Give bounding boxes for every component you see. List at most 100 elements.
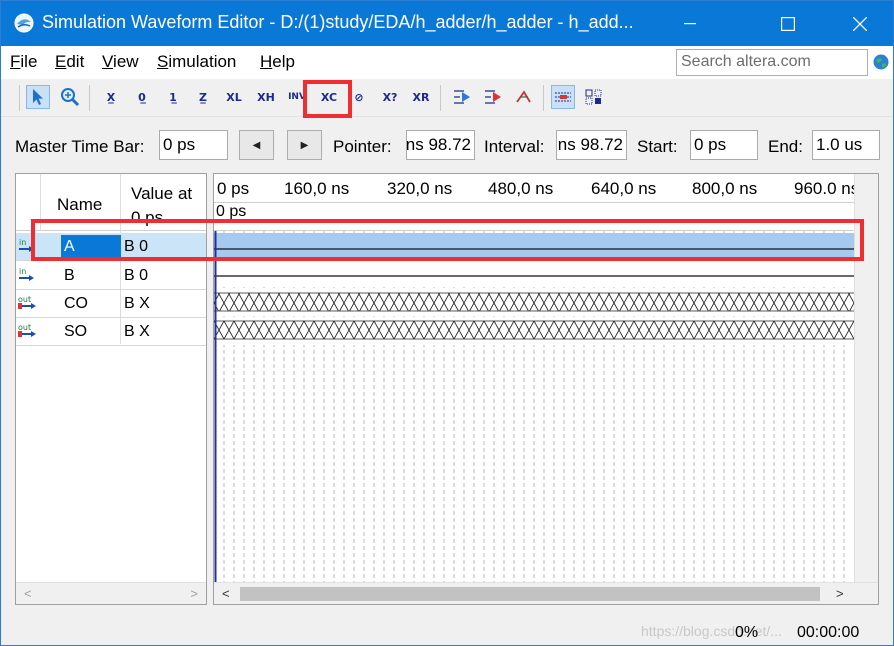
annotation-box-signal-a <box>31 219 864 261</box>
generate-netlist-button[interactable] <box>512 85 536 109</box>
signal-value: B X <box>124 295 150 312</box>
master-time-bar-field[interactable]: 0 ps <box>159 130 228 160</box>
title-bar[interactable]: Simulation Waveform Editor - D:/(1)study… <box>1 1 893 46</box>
ruler-label: 960.0 ns <box>794 179 860 198</box>
signal-list-hscrollbar[interactable]: < > <box>16 582 206 604</box>
menu-simulation[interactable]: Simulation <box>157 52 236 72</box>
signal-name: CO <box>64 295 88 312</box>
scroll-left-icon[interactable]: < <box>222 586 230 601</box>
pointer-field[interactable]: 98.72 ns <box>406 130 475 160</box>
start-field[interactable]: 0 ps <box>690 130 758 160</box>
forcing-unknown-button[interactable]: X̲ <box>99 85 123 109</box>
name-column-header[interactable]: Name <box>57 195 102 215</box>
maximize-icon <box>781 16 795 31</box>
forcing-low-button[interactable]: 0̲ <box>130 85 154 109</box>
selection-tool-button[interactable] <box>26 85 50 109</box>
menu-edit-mnemonic: E <box>55 52 67 71</box>
menu-file[interactable]: File <box>10 52 37 72</box>
close-button[interactable] <box>831 1 889 46</box>
high-impedance-icon: Z̲ <box>199 90 207 104</box>
weak-high-button[interactable]: XH <box>254 85 278 109</box>
ruler-label: 480,0 ns <box>488 179 554 198</box>
menu-bar: File Edit View Simulation Help Search al… <box>1 46 893 79</box>
globe-icon[interactable] <box>873 54 889 70</box>
toolbar-separator <box>89 85 90 111</box>
svg-text:out: out <box>18 295 31 304</box>
random-value-icon: XR <box>412 90 430 104</box>
menu-file-label: ile <box>20 52 38 71</box>
menu-edit-label: dit <box>66 52 85 71</box>
minimize-button[interactable] <box>661 1 719 46</box>
menu-view[interactable]: View <box>102 52 139 72</box>
arbitrary-value-button[interactable]: X? <box>378 85 402 109</box>
run-functional-simulation-icon <box>454 90 470 104</box>
search-input[interactable]: Search altera.com <box>676 49 868 76</box>
run-timing-simulation-icon <box>485 90 501 104</box>
next-transition-button[interactable]: ▶ <box>287 130 322 160</box>
end-field[interactable]: 1.0 us <box>812 130 880 160</box>
waveform-canvas[interactable] <box>214 231 854 584</box>
grouping-button[interactable] <box>582 85 606 109</box>
random-value-button[interactable]: XR <box>409 85 433 109</box>
toolbar-separator <box>543 85 544 111</box>
waveform-co-unknown[interactable] <box>214 293 854 311</box>
master-time-bar-label: Master Time Bar: <box>15 137 145 156</box>
waveform-hscrollbar[interactable]: < > <box>214 582 878 604</box>
annotation-box-count-value <box>303 80 352 118</box>
forcing-low-icon: 0̲ <box>138 90 146 104</box>
status-bar: https://blog.csdn.net/... 0% 00:00:00 <box>1 615 893 645</box>
scroll-left-icon[interactable]: < <box>24 586 32 601</box>
toolbar: X̲ 0̲ 1̲ Z̲ XL XH INV XC ⊘ X? XR <box>1 79 893 117</box>
overwrite-clock-icon: ⊘ <box>354 90 364 104</box>
end-label: End: <box>768 137 803 156</box>
waveform-row-b-bg <box>214 260 854 287</box>
menu-help[interactable]: Help <box>260 52 295 72</box>
menu-edit[interactable]: Edit <box>55 52 84 72</box>
toolbar-separator <box>440 85 441 111</box>
signal-name: B <box>64 267 75 284</box>
zoom-tool-icon <box>61 88 80 107</box>
toolbar-grip <box>19 85 20 111</box>
menu-file-mnemonic: F <box>10 52 21 71</box>
weak-low-button[interactable]: XL <box>222 85 246 109</box>
snap-to-grid-icon <box>555 92 571 102</box>
ruler-label: 320,0 ns <box>387 179 453 198</box>
signal-value: B X <box>124 323 150 340</box>
ruler-label: 0 ps <box>217 179 250 198</box>
menu-help-label: elp <box>272 52 295 71</box>
pointer-label: Pointer: <box>333 137 392 156</box>
signal-row-co[interactable]: out CO B X <box>16 290 206 318</box>
scroll-right-icon[interactable]: > <box>836 586 844 601</box>
watermark-text: https://blog.csdn.net/... <box>641 623 782 639</box>
scroll-right-icon[interactable]: > <box>190 586 198 601</box>
signal-value: B 0 <box>124 267 149 284</box>
waveform-hscroll-thumb[interactable] <box>240 587 820 601</box>
forcing-high-button[interactable]: 1̲ <box>161 85 185 109</box>
signal-row-b[interactable]: in B B 0 <box>16 262 206 290</box>
previous-transition-button[interactable]: ◀ <box>239 130 274 160</box>
ruler-label: 640,0 ns <box>591 179 657 198</box>
close-icon <box>853 16 867 31</box>
forcing-unknown-icon: X̲ <box>106 90 116 104</box>
high-impedance-button[interactable]: Z̲ <box>191 85 215 109</box>
interval-field[interactable]: 98.72 ns <box>556 130 627 160</box>
signal-row-so[interactable]: out SO B X <box>16 318 206 346</box>
minimize-icon <box>684 22 696 24</box>
svg-text:out: out <box>18 323 31 332</box>
zoom-tool-button[interactable] <box>58 85 82 109</box>
waveform-so-unknown[interactable] <box>214 321 854 339</box>
output-pin-icon: out <box>18 323 36 337</box>
snap-to-grid-button[interactable] <box>551 85 575 109</box>
maximize-button[interactable] <box>759 1 817 46</box>
start-label: Start: <box>637 137 678 156</box>
menu-view-mnemonic: V <box>102 52 114 71</box>
run-functional-simulation-button[interactable] <box>450 85 474 109</box>
time-bar: Master Time Bar: 0 ps ◀ ▶ Pointer: 98.72… <box>1 118 893 172</box>
interval-label: Interval: <box>484 137 545 156</box>
input-pin-icon: in <box>19 267 34 281</box>
menu-simulation-label: imulation <box>168 52 237 71</box>
run-timing-simulation-button[interactable] <box>481 85 505 109</box>
menu-view-label: iew <box>113 52 139 71</box>
menu-simulation-mnemonic: S <box>157 52 169 71</box>
ruler-divider <box>214 202 854 203</box>
